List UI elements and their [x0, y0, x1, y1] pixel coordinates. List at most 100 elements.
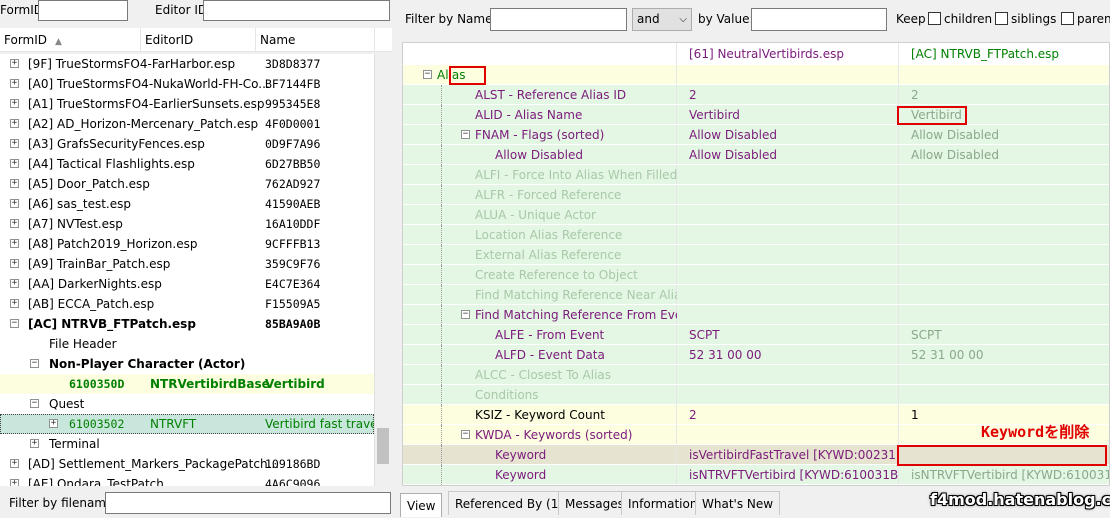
value-ntrvb-ftpatch[interactable]	[899, 245, 1109, 265]
column-header-ntrvb-ftpatch[interactable]: [AC] NTRVB_FTPatch.esp	[899, 43, 1109, 65]
plugin-row[interactable]: + [9F] TrueStormsFO4-FarHarbor.esp 3D8D837…	[0, 54, 374, 74]
collapse-icon[interactable]: −	[30, 359, 39, 368]
value-neutral-vertibirds[interactable]: 2	[677, 405, 899, 425]
expand-icon[interactable]: +	[10, 239, 19, 248]
collapse-icon[interactable]: −	[10, 319, 19, 328]
expand-icon[interactable]: +	[10, 219, 19, 228]
value-ntrvb-ftpatch[interactable]	[899, 285, 1109, 305]
value-ntrvb-ftpatch[interactable]: 2	[899, 85, 1109, 105]
plugin-row[interactable]: + [A4] Tactical Flashlights.esp 6D27BB50	[0, 154, 374, 174]
value-ntrvb-ftpatch[interactable]: isNTRVFTVertibird [KYWD:610031BD]	[899, 465, 1109, 485]
tab-information[interactable]: Information	[621, 491, 705, 515]
column-header-editorid[interactable]: EditorID	[140, 28, 255, 52]
expand-icon[interactable]: +	[10, 99, 19, 108]
tab-whats-new[interactable]: What's New	[695, 491, 781, 515]
value-ntrvb-ftpatch[interactable]: Allow Disabled	[899, 125, 1109, 145]
value-neutral-vertibirds[interactable]: 2	[677, 85, 899, 105]
record-field-row[interactable]: ALID - Alias Name Vertibird Vertibird	[403, 105, 1109, 125]
record-field-row[interactable]: − Alias	[403, 65, 1109, 85]
value-neutral-vertibirds[interactable]	[677, 265, 899, 285]
plugin-row[interactable]: + [A2] AD_Horizon-Mercenary_Patch.esp 4F0D…	[0, 114, 374, 134]
tree-scrollbar[interactable]	[374, 54, 391, 486]
value-neutral-vertibirds[interactable]	[677, 185, 899, 205]
expand-icon[interactable]: +	[10, 199, 19, 208]
value-ntrvb-ftpatch[interactable]: SCPT	[899, 325, 1109, 345]
value-neutral-vertibirds[interactable]: SCPT	[677, 325, 899, 345]
quest-record-row[interactable]: +61003502 NTRVFT Vertibird fast travel	[0, 414, 374, 434]
expand-icon[interactable]: +	[10, 139, 19, 148]
record-field-row[interactable]: Find Matching Reference Near Alias	[403, 285, 1109, 305]
value-ntrvb-ftpatch[interactable]	[899, 265, 1109, 285]
pane-splitter[interactable]	[392, 0, 398, 518]
record-view-grid[interactable]: [61] NeutralVertibirds.esp [AC] NTRVB_FT…	[402, 42, 1110, 486]
record-field-row[interactable]: ALST - Reference Alias ID 2 2	[403, 85, 1109, 105]
record-field-row[interactable]: − Find Matching Reference From Event	[403, 305, 1109, 325]
record-field-row[interactable]: ALFR - Forced Reference	[403, 185, 1109, 205]
plugin-row[interactable]: + [AD] Settlement_Markers_PackagePatch...…	[0, 454, 374, 474]
plugin-row[interactable]: + [A9] TrainBar_Patch.esp 359C9F76	[0, 254, 374, 274]
record-field-row[interactable]: ALFI - Force Into Alias When Filled	[403, 165, 1109, 185]
group-npc-row[interactable]: − Non-Player Character (Actor)	[0, 354, 374, 374]
value-neutral-vertibirds[interactable]	[677, 425, 899, 445]
expand-icon[interactable]: +	[10, 79, 19, 88]
collapse-icon[interactable]: −	[461, 430, 470, 439]
column-header-formid[interactable]: FormID ▲	[0, 28, 140, 52]
npc-record-row[interactable]: 6100350D NTRVertibirdBase Vertibird	[0, 374, 374, 394]
record-field-row[interactable]: Allow Disabled Allow Disabled Allow Disabl…	[403, 145, 1109, 165]
record-field-row[interactable]: ALCC - Closest To Alias	[403, 365, 1109, 385]
value-neutral-vertibirds[interactable]	[677, 305, 899, 325]
value-neutral-vertibirds[interactable]	[677, 65, 899, 85]
and-or-select[interactable]: and ⌵	[632, 8, 692, 31]
record-field-row[interactable]: ALUA - Unique Actor	[403, 205, 1109, 225]
value-ntrvb-ftpatch[interactable]	[899, 225, 1109, 245]
plugin-row[interactable]: + [A0] TrueStormsFO4-NukaWorld-FH-Co... BF…	[0, 74, 374, 94]
record-field-row[interactable]: Create Reference to Object	[403, 265, 1109, 285]
plugin-tree[interactable]: + [9F] TrueStormsFO4-FarHarbor.esp 3D8D837…	[0, 54, 374, 486]
children-checkbox[interactable]	[928, 12, 941, 25]
plugin-row[interactable]: + [AE] Ondara_TestPatch 4A6C9096	[0, 474, 374, 486]
record-field-row[interactable]: ALFE - From Event SCPT SCPT	[403, 325, 1109, 345]
value-ntrvb-ftpatch[interactable]	[899, 65, 1109, 85]
collapse-icon[interactable]: −	[423, 70, 432, 79]
value-ntrvb-ftpatch[interactable]	[899, 165, 1109, 185]
value-neutral-vertibirds[interactable]	[677, 385, 899, 405]
value-neutral-vertibirds[interactable]	[677, 165, 899, 185]
collapse-icon[interactable]: −	[30, 399, 39, 408]
plugin-row[interactable]: + [A3] GrafsSecurityFences.esp 0D9F7A96	[0, 134, 374, 154]
value-ntrvb-ftpatch[interactable]	[899, 185, 1109, 205]
value-ntrvb-ftpatch[interactable]	[899, 385, 1109, 405]
plugin-row[interactable]: + [A8] Patch2019_Horizon.esp 9CFFFB13	[0, 234, 374, 254]
value-ntrvb-ftpatch[interactable]	[899, 305, 1109, 325]
value-neutral-vertibirds[interactable]: Allow Disabled	[677, 125, 899, 145]
expand-icon[interactable]: +	[10, 259, 19, 268]
value-neutral-vertibirds[interactable]: Vertibird	[677, 105, 899, 125]
column-header-name[interactable]: Name	[255, 28, 374, 52]
record-field-row[interactable]: Location Alias Reference	[403, 225, 1109, 245]
expand-icon[interactable]: +	[10, 59, 19, 68]
filter-by-name-input[interactable]	[490, 8, 627, 31]
value-neutral-vertibirds[interactable]: isVertibirdFastTravel [KYWD:00231B50]	[677, 445, 924, 465]
column-header-neutral-vertibirds[interactable]: [61] NeutralVertibirds.esp	[677, 43, 899, 65]
expand-icon[interactable]: +	[10, 279, 19, 288]
plugin-row[interactable]: + [A6] sas_test.esp 41590AEB	[0, 194, 374, 214]
value-ntrvb-ftpatch[interactable]: 52 31 00 00	[899, 345, 1109, 365]
group-quest-row[interactable]: − Quest	[0, 394, 374, 414]
value-neutral-vertibirds[interactable]	[677, 225, 899, 245]
siblings-checkbox[interactable]	[995, 12, 1008, 25]
value-neutral-vertibirds[interactable]	[677, 245, 899, 265]
plugin-row[interactable]: − [AC] NTRVB_FTPatch.esp 85BA9A0B	[0, 314, 374, 334]
expand-icon[interactable]: +	[10, 299, 19, 308]
record-field-row[interactable]: Keyword isNTRVFTVertibird [KYWD:610031BD]…	[403, 465, 1109, 485]
value-neutral-vertibirds[interactable]	[677, 285, 899, 305]
scrollbar-thumb[interactable]	[377, 428, 389, 464]
formid-search-input[interactable]	[38, 0, 128, 21]
record-field-row[interactable]: − FNAM - Flags (sorted) Allow Disabled Allo…	[403, 125, 1109, 145]
plugin-row[interactable]: + [A7] NVTest.esp 16A10DDF	[0, 214, 374, 234]
expand-icon[interactable]: +	[30, 439, 39, 448]
group-terminal-row[interactable]: + Terminal	[0, 434, 374, 454]
expand-icon[interactable]: +	[10, 459, 19, 468]
value-ntrvb-ftpatch[interactable]: Allow Disabled	[899, 145, 1109, 165]
plugin-row[interactable]: + [A5] Door_Patch.esp 762AD927	[0, 174, 374, 194]
plugin-row[interactable]: + [A1] TrueStormsFO4-EarlierSunsets.esp 99…	[0, 94, 374, 114]
editorid-search-input[interactable]	[203, 0, 390, 21]
